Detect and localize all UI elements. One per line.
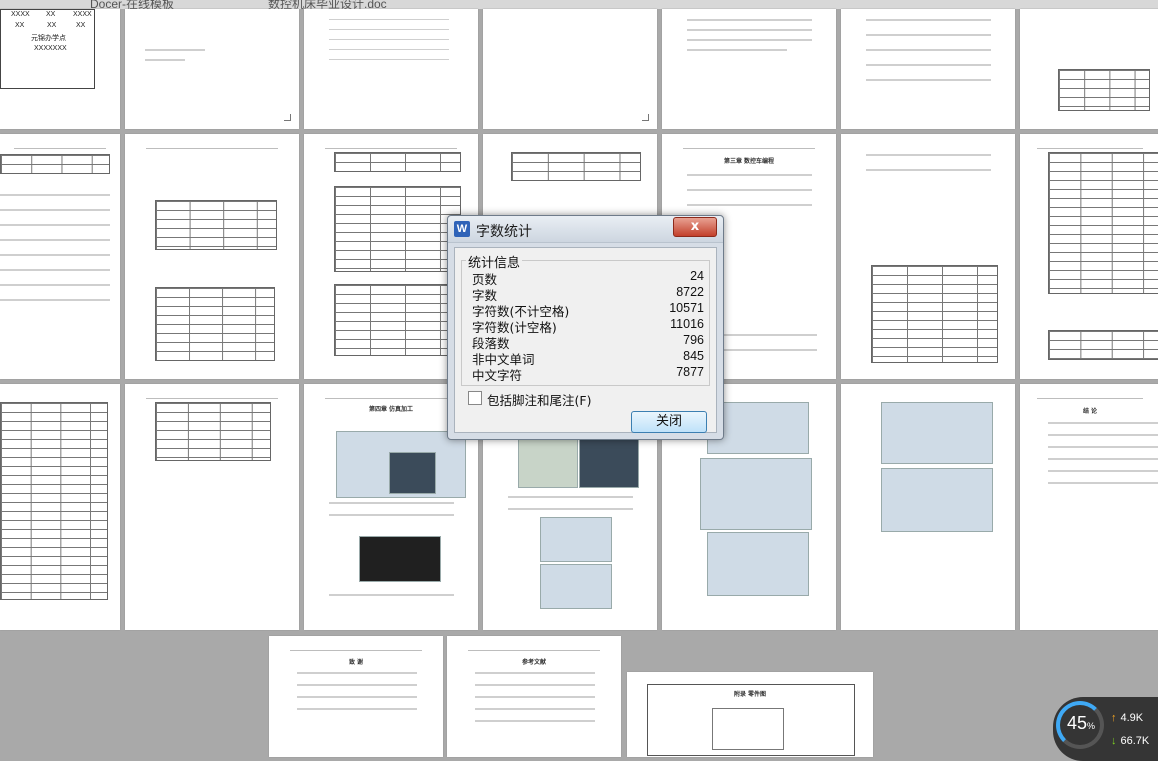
cover-cell: XX bbox=[15, 22, 25, 29]
word-count-dialog: W 字数统计 x 统计信息 页数 24 字数 8722 字符数(不计空格) 10… bbox=[447, 215, 724, 440]
cover-code: XXXXXXX bbox=[34, 45, 67, 52]
cover-cell: XX bbox=[46, 11, 56, 18]
upload-value: 4.9K bbox=[1120, 712, 1144, 724]
cpu-percent-unit: % bbox=[1087, 721, 1096, 731]
page-thumbnail[interactable] bbox=[1020, 9, 1158, 129]
stat-value: 845 bbox=[683, 349, 704, 363]
upload-arrow-icon: ↑ bbox=[1111, 712, 1117, 724]
page-conclusion[interactable]: 结 论 bbox=[1020, 384, 1158, 630]
stat-value: 11016 bbox=[670, 317, 704, 331]
stat-row: 非中文单词 845 bbox=[472, 349, 704, 367]
upload-speed: ↑ 4.9K bbox=[1111, 712, 1143, 724]
page-title: 参考文献 bbox=[521, 659, 546, 666]
page-title: 第三章 数控车编程 bbox=[723, 158, 775, 165]
page-thumbnail[interactable] bbox=[841, 9, 1015, 129]
page-title: 附录 零件图 bbox=[733, 691, 767, 698]
stat-row: 页数 24 bbox=[472, 269, 704, 287]
tab-bar: Docer-在线模板 数控机床毕业设计.doc bbox=[0, 0, 1158, 9]
app-icon: W bbox=[454, 221, 470, 237]
page-title: 结 论 bbox=[1082, 408, 1098, 415]
tab-document-label: 数控机床毕业设计.doc bbox=[268, 0, 387, 9]
page-thumbnail[interactable] bbox=[125, 134, 299, 379]
tab-docer[interactable]: Docer-在线模板 bbox=[90, 0, 174, 9]
stat-label: 中文字符 bbox=[472, 368, 523, 383]
download-arrow-icon: ↓ bbox=[1111, 735, 1117, 747]
footnote-checkbox-label[interactable]: 包括脚注和尾注(F) bbox=[487, 390, 591, 409]
close-button[interactable]: 关闭 bbox=[631, 411, 707, 433]
stat-value: 8722 bbox=[676, 285, 704, 299]
page-drawing[interactable]: 附录 零件图 bbox=[627, 672, 873, 757]
page-thumbnail[interactable] bbox=[662, 9, 836, 129]
page-toc[interactable] bbox=[304, 9, 478, 129]
stat-value: 24 bbox=[690, 269, 704, 283]
page-references[interactable]: 参考文献 bbox=[447, 636, 621, 757]
tab-docer-label: Docer-在线模板 bbox=[90, 0, 175, 9]
stat-row: 字数 8722 bbox=[472, 285, 704, 303]
dialog-body: 统计信息 页数 24 字数 8722 字符数(不计空格) 10571 字符数(计… bbox=[454, 247, 717, 433]
stat-value: 7877 bbox=[676, 365, 704, 379]
cpu-percent: 45% bbox=[1057, 713, 1105, 734]
stat-row: 中文字符 7877 bbox=[472, 365, 704, 383]
cover-cell: XX bbox=[47, 22, 57, 29]
tab-document[interactable]: 数控机床毕业设计.doc bbox=[268, 0, 387, 9]
page-thumbnail[interactable] bbox=[0, 384, 120, 630]
cpu-percent-value: 45 bbox=[1066, 713, 1087, 733]
stat-value: 796 bbox=[683, 333, 704, 347]
cover-office: 元锦办学点 bbox=[31, 35, 66, 42]
download-value: 66.7K bbox=[1120, 735, 1150, 747]
page-thumbnail[interactable] bbox=[483, 9, 657, 129]
page-thumbnail[interactable] bbox=[125, 384, 299, 630]
cover-cell: XX bbox=[76, 22, 86, 29]
stats-group: 统计信息 页数 24 字数 8722 字符数(不计空格) 10571 字符数(计… bbox=[461, 252, 710, 386]
cover-cell: XXXX bbox=[11, 11, 30, 18]
download-speed: ↓ 66.7K bbox=[1111, 735, 1149, 747]
page-thumbnail[interactable] bbox=[841, 134, 1015, 379]
page-thumbnail[interactable] bbox=[841, 384, 1015, 630]
page-thumbnail[interactable] bbox=[125, 9, 299, 129]
stat-row: 字符数(不计空格) 10571 bbox=[472, 301, 704, 319]
page-title: 致 谢 bbox=[348, 659, 364, 666]
stat-row: 段落数 796 bbox=[472, 333, 704, 351]
page-thumbnail[interactable] bbox=[1020, 134, 1158, 379]
dialog-title: 字数统计 bbox=[476, 224, 532, 240]
stat-row: 字符数(计空格) 11016 bbox=[472, 317, 704, 335]
page-thumbnail[interactable] bbox=[0, 134, 120, 379]
dialog-title-bar[interactable]: W 字数统计 x bbox=[448, 216, 723, 243]
page-thanks[interactable]: 致 谢 bbox=[269, 636, 443, 757]
stat-value: 10571 bbox=[669, 301, 704, 315]
footnote-checkbox[interactable] bbox=[468, 391, 482, 405]
cover-cell: XXXX bbox=[73, 11, 92, 18]
page-cover[interactable]: XXXX XX XXXX XX XX XX 元锦办学点 XXXXXXX bbox=[0, 9, 120, 129]
system-monitor-widget[interactable]: 45% ↑ 4.9K ↓ 66.7K bbox=[1053, 697, 1158, 761]
close-icon[interactable]: x bbox=[673, 217, 717, 237]
